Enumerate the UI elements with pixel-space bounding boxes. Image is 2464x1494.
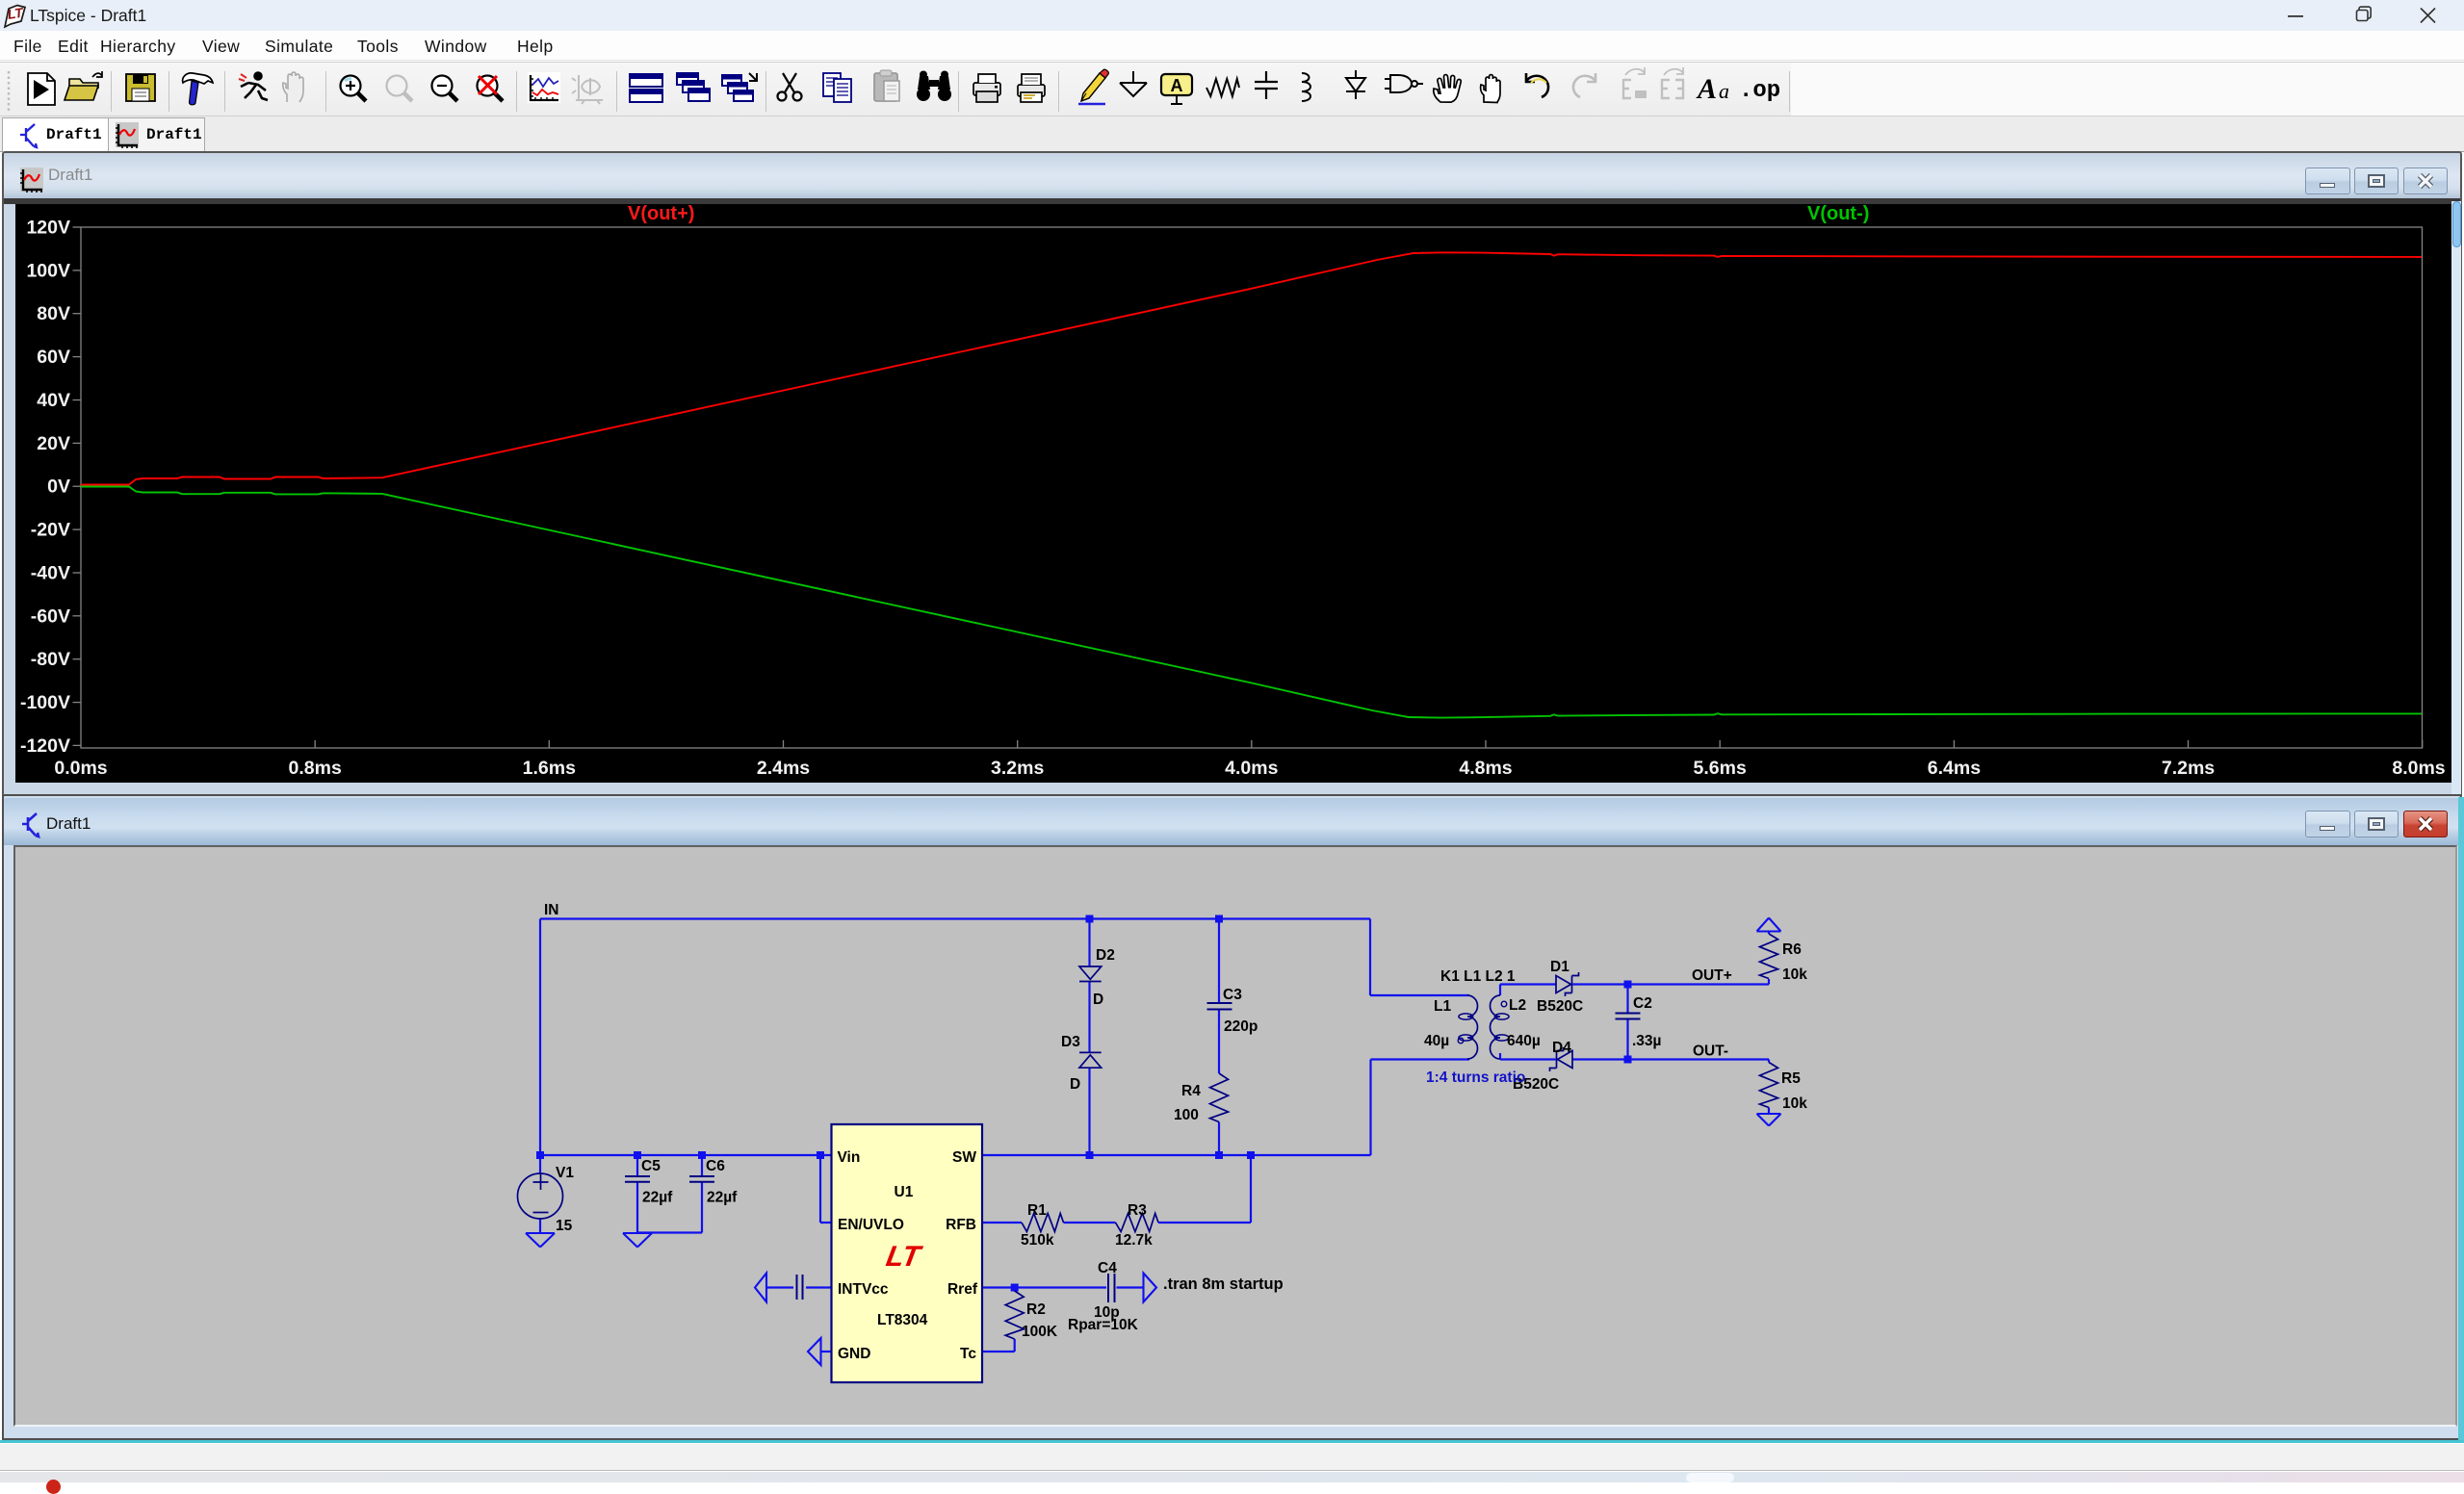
svg-text:OUT+: OUT+ bbox=[1692, 967, 1732, 984]
svg-text:0.0ms: 0.0ms bbox=[54, 758, 107, 779]
svg-text:80V: 80V bbox=[37, 303, 70, 324]
svg-text:100V: 100V bbox=[26, 260, 70, 281]
svg-text:-100V: -100V bbox=[20, 692, 70, 713]
svg-text:R2: R2 bbox=[1026, 1301, 1046, 1318]
svg-text:1:4 turns ratio: 1:4 turns ratio bbox=[1426, 1069, 1525, 1086]
svg-text:D3: D3 bbox=[1061, 1034, 1080, 1050]
svg-text:a: a bbox=[1719, 79, 1729, 103]
svg-text:10k: 10k bbox=[1782, 966, 1807, 983]
svg-text:22µf: 22µf bbox=[642, 1190, 673, 1206]
svg-text:60V: 60V bbox=[37, 347, 70, 368]
svg-text:Vin: Vin bbox=[838, 1149, 861, 1166]
svg-text:-80V: -80V bbox=[31, 649, 70, 670]
svg-text:100K: 100K bbox=[1022, 1324, 1058, 1340]
svg-text:U1: U1 bbox=[895, 1184, 914, 1200]
svg-text:10k: 10k bbox=[1782, 1095, 1807, 1112]
svg-text:5.6ms: 5.6ms bbox=[1694, 758, 1747, 779]
svg-text:3.2ms: 3.2ms bbox=[991, 758, 1044, 779]
svg-text:SW: SW bbox=[952, 1149, 976, 1166]
svg-text:640µ: 640µ bbox=[1507, 1033, 1541, 1049]
svg-text:C6: C6 bbox=[706, 1158, 725, 1174]
svg-text:V1: V1 bbox=[556, 1165, 574, 1181]
svg-text:220p: 220p bbox=[1224, 1018, 1258, 1035]
svg-text:V(out+): V(out+) bbox=[628, 204, 694, 224]
svg-text:40V: 40V bbox=[37, 390, 70, 411]
svg-text:C3: C3 bbox=[1223, 987, 1242, 1003]
svg-text:INTVcc: INTVcc bbox=[838, 1281, 889, 1298]
svg-text:.op: .op bbox=[1739, 78, 1780, 104]
svg-text:7.2ms: 7.2ms bbox=[2162, 758, 2215, 779]
svg-text:GND: GND bbox=[838, 1346, 870, 1362]
svg-text:40µ: 40µ bbox=[1424, 1033, 1449, 1049]
svg-text:R6: R6 bbox=[1782, 941, 1802, 958]
svg-text:IN: IN bbox=[544, 902, 559, 918]
svg-text:R4: R4 bbox=[1181, 1083, 1201, 1099]
svg-text:-60V: -60V bbox=[31, 605, 70, 627]
svg-text:R5: R5 bbox=[1781, 1070, 1801, 1087]
svg-text:2.4ms: 2.4ms bbox=[757, 758, 810, 779]
svg-text:.tran 8m startup: .tran 8m startup bbox=[1163, 1275, 1284, 1293]
svg-text:R1: R1 bbox=[1027, 1202, 1047, 1219]
svg-text:-120V: -120V bbox=[20, 735, 70, 757]
svg-text:1.6ms: 1.6ms bbox=[523, 758, 576, 779]
svg-text:OUT-: OUT- bbox=[1693, 1043, 1728, 1060]
svg-text:B520C: B520C bbox=[1537, 998, 1583, 1015]
svg-text:EN/UVLO: EN/UVLO bbox=[838, 1217, 904, 1233]
svg-text:Tc: Tc bbox=[960, 1346, 976, 1362]
svg-text:6.4ms: 6.4ms bbox=[1928, 758, 1981, 779]
svg-text:120V: 120V bbox=[26, 218, 70, 239]
svg-text:A: A bbox=[1696, 73, 1717, 105]
svg-text:RFB: RFB bbox=[946, 1217, 976, 1233]
svg-text:C2: C2 bbox=[1633, 995, 1652, 1012]
svg-text:100: 100 bbox=[1174, 1107, 1199, 1123]
svg-text:D1: D1 bbox=[1550, 959, 1569, 975]
svg-text:D: D bbox=[1070, 1076, 1080, 1093]
svg-text:L2: L2 bbox=[1509, 997, 1526, 1014]
svg-text:4.8ms: 4.8ms bbox=[1459, 758, 1512, 779]
svg-text:22µf: 22µf bbox=[707, 1190, 738, 1206]
svg-text:-40V: -40V bbox=[31, 563, 70, 584]
svg-text:-20V: -20V bbox=[31, 520, 70, 541]
svg-text:LT8304: LT8304 bbox=[877, 1312, 928, 1328]
svg-text:12.7k: 12.7k bbox=[1115, 1232, 1153, 1249]
svg-text:D4: D4 bbox=[1552, 1040, 1571, 1056]
svg-text:4.0ms: 4.0ms bbox=[1225, 758, 1278, 779]
svg-text:8.0ms: 8.0ms bbox=[2392, 758, 2445, 779]
svg-text:510k: 510k bbox=[1021, 1232, 1054, 1249]
svg-text:0V: 0V bbox=[47, 477, 70, 498]
svg-text:C4: C4 bbox=[1098, 1260, 1117, 1276]
svg-text:D: D bbox=[1093, 992, 1103, 1008]
svg-text:R3: R3 bbox=[1128, 1202, 1147, 1219]
svg-text:A: A bbox=[1171, 76, 1183, 95]
svg-text:Rref: Rref bbox=[947, 1281, 978, 1298]
svg-text:15: 15 bbox=[556, 1218, 573, 1234]
svg-text:D2: D2 bbox=[1096, 947, 1115, 964]
svg-text:Rpar=10K: Rpar=10K bbox=[1068, 1317, 1139, 1333]
svg-text:K1 L1 L2 1: K1 L1 L2 1 bbox=[1440, 968, 1516, 985]
svg-text:20V: 20V bbox=[37, 433, 70, 454]
svg-text:.33µ: .33µ bbox=[1632, 1033, 1661, 1049]
svg-text:0.8ms: 0.8ms bbox=[289, 758, 342, 779]
svg-text:L1: L1 bbox=[1434, 998, 1451, 1015]
svg-text:V(out-): V(out-) bbox=[1807, 204, 1869, 224]
svg-text:C5: C5 bbox=[641, 1158, 661, 1174]
